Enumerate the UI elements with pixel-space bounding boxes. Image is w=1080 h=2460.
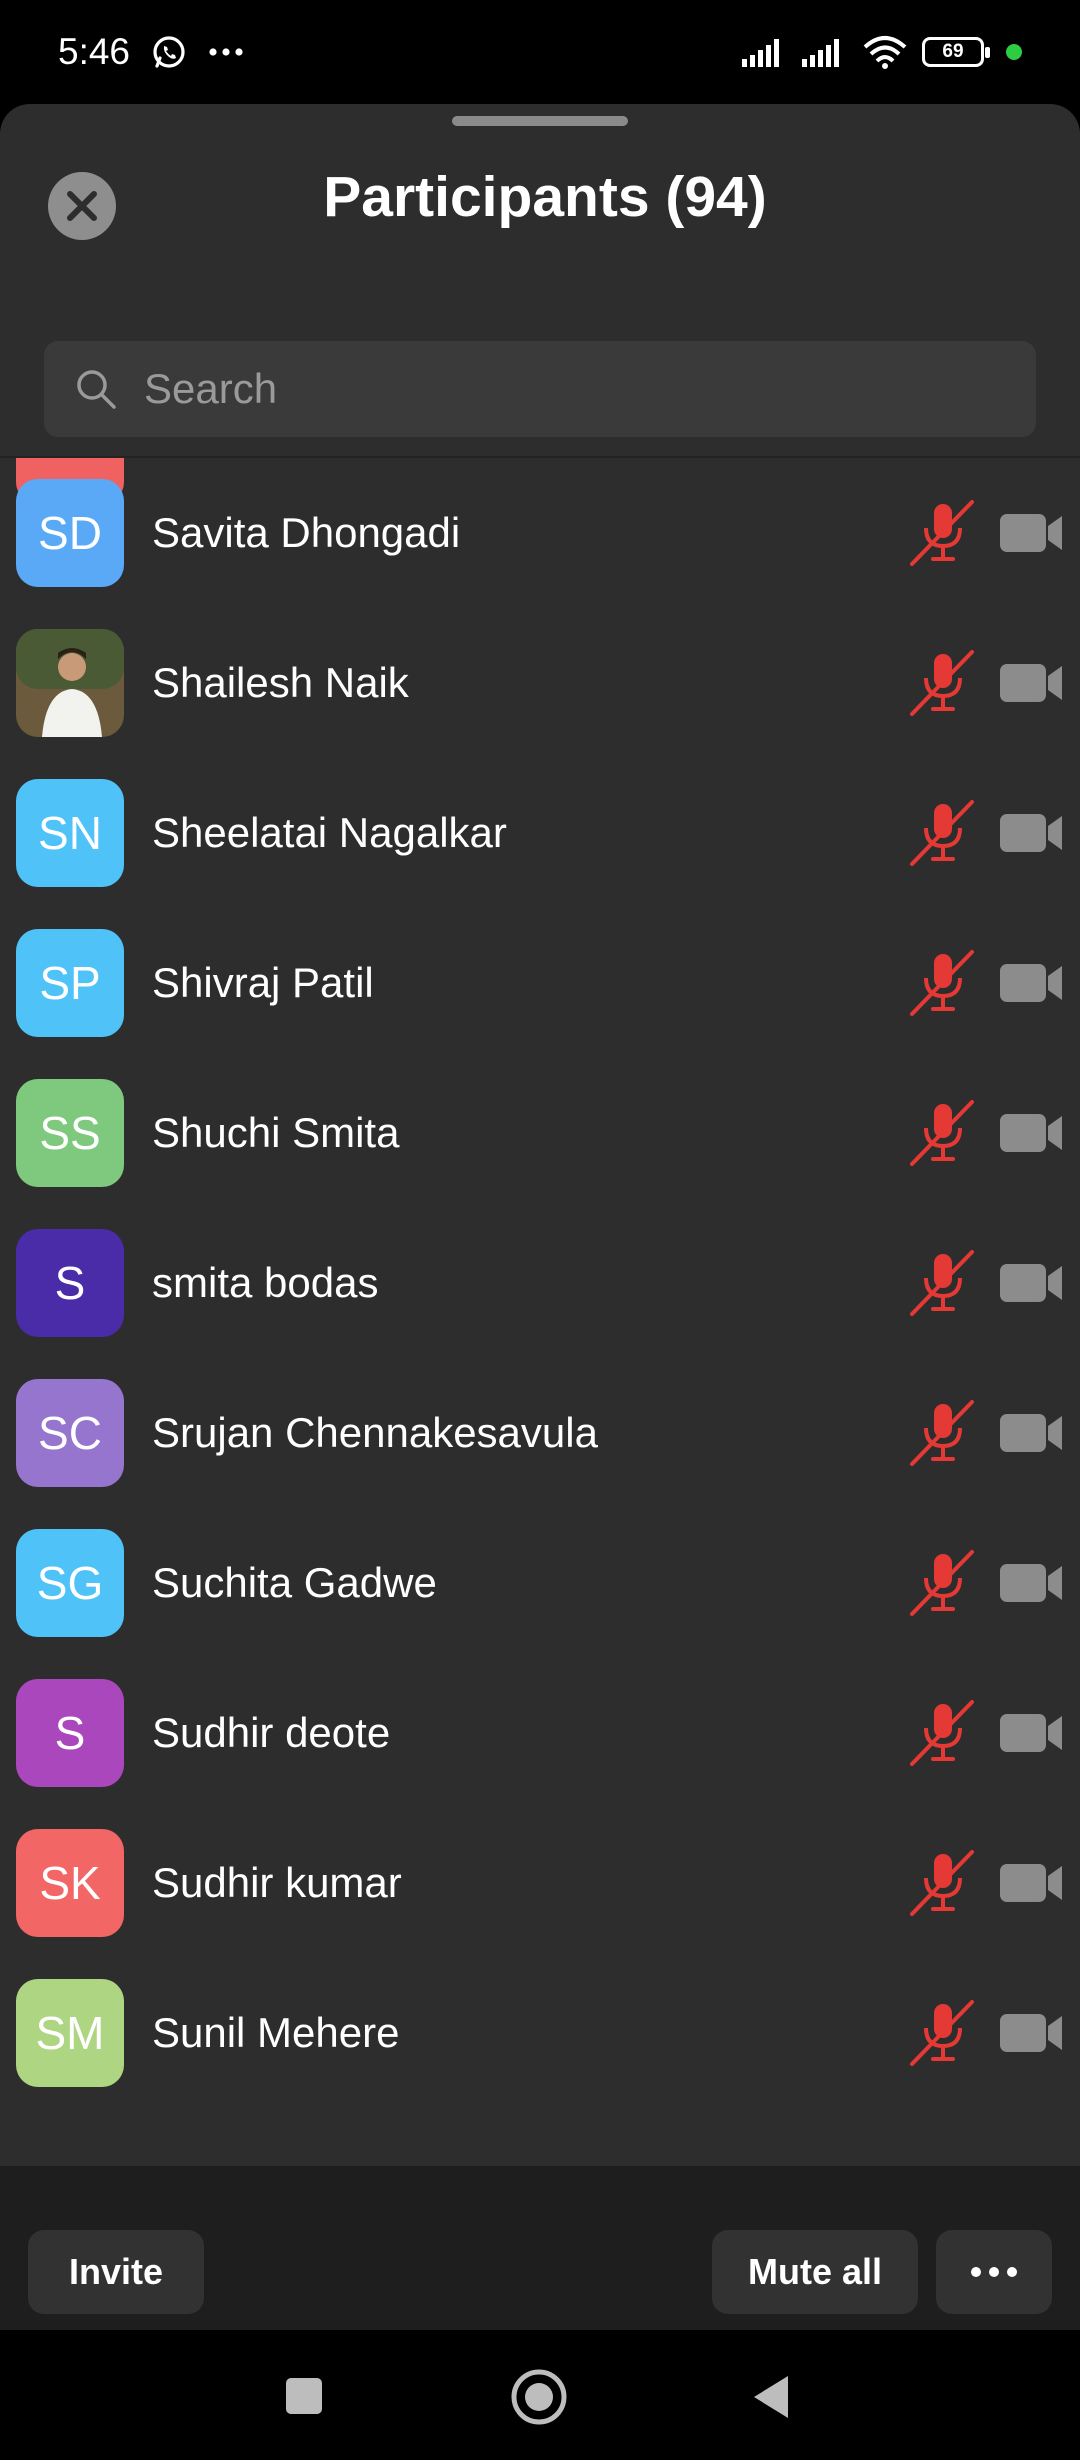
video-camera-icon[interactable] bbox=[998, 1558, 1064, 1608]
participant-name: Suchita Gadwe bbox=[152, 1559, 437, 1606]
recent-apps-button[interactable] bbox=[284, 2376, 324, 2416]
participant-row[interactable]: SG Suchita Gadwe bbox=[0, 1508, 1080, 1658]
video-camera-icon[interactable] bbox=[998, 1258, 1064, 1308]
avatar: SM bbox=[16, 1979, 124, 2087]
participant-name: Sheelatai Nagalkar bbox=[152, 809, 507, 856]
mic-muted-icon[interactable] bbox=[908, 948, 978, 1018]
participant-name: Shuchi Smita bbox=[152, 1109, 400, 1156]
avatar: SK bbox=[16, 1829, 124, 1937]
avatar-photo bbox=[16, 629, 124, 737]
battery-icon: 69 bbox=[922, 37, 990, 67]
avatar: S bbox=[16, 1229, 124, 1337]
participant-row[interactable]: SK Sudhir kumar bbox=[0, 1808, 1080, 1958]
participant-row[interactable]: Shailesh Naik bbox=[0, 608, 1080, 758]
mic-muted-icon[interactable] bbox=[908, 1998, 978, 2068]
profile-photo bbox=[16, 629, 124, 737]
avatar: SN bbox=[16, 779, 124, 887]
participant-row[interactable]: SM Sunil Mehere bbox=[0, 1958, 1080, 2108]
video-camera-icon[interactable] bbox=[998, 1108, 1064, 1158]
participant-name: Shailesh Naik bbox=[152, 659, 409, 706]
participant-row[interactable]: SP Shivraj Patil bbox=[0, 908, 1080, 1058]
bottom-action-bar: Invite Mute all bbox=[0, 2166, 1080, 2330]
avatar: SP bbox=[16, 929, 124, 1037]
video-camera-icon[interactable] bbox=[998, 958, 1064, 1008]
more-horizontal-icon bbox=[971, 2267, 1017, 2277]
participants-sheet: Participants (94) SD Savita Dhongadi Shail… bbox=[0, 104, 1080, 2330]
avatar: SS bbox=[16, 1079, 124, 1187]
video-camera-icon[interactable] bbox=[998, 1408, 1064, 1458]
system-nav-bar bbox=[0, 2330, 1080, 2460]
status-bar: 5:46 69 bbox=[0, 0, 1080, 104]
participant-name: Savita Dhongadi bbox=[152, 509, 461, 556]
participants-list[interactable]: SD Savita Dhongadi Shailesh Naik SN Sheelata… bbox=[0, 458, 1080, 2270]
video-camera-icon[interactable] bbox=[998, 1708, 1064, 1758]
participant-row[interactable]: SC Srujan Chennakesavula bbox=[0, 1358, 1080, 1508]
video-camera-icon[interactable] bbox=[998, 658, 1064, 708]
video-camera-icon[interactable] bbox=[998, 808, 1064, 858]
participant-row[interactable]: Ssmita bodas bbox=[0, 1208, 1080, 1358]
mic-muted-icon[interactable] bbox=[908, 1548, 978, 1618]
invite-button[interactable]: Invite bbox=[28, 2230, 204, 2314]
more-options-button[interactable] bbox=[936, 2230, 1052, 2314]
wifi-icon bbox=[863, 36, 907, 69]
whatsapp-icon bbox=[153, 36, 185, 68]
participant-row[interactable]: SS Shuchi Smita bbox=[0, 1058, 1080, 1208]
avatar: S bbox=[16, 1679, 124, 1787]
participant-name: Sudhir kumar bbox=[152, 1859, 402, 1906]
video-camera-icon[interactable] bbox=[998, 2008, 1064, 2058]
mute-all-button[interactable]: Mute all bbox=[712, 2230, 918, 2314]
screen: 5:46 69 Participants (94) Search SD Savi… bbox=[0, 0, 1080, 2460]
signal-icon-1 bbox=[742, 39, 779, 67]
video-camera-icon[interactable] bbox=[998, 508, 1064, 558]
participant-row[interactable]: SN Sheelatai Nagalkar bbox=[0, 758, 1080, 908]
mic-muted-icon[interactable] bbox=[908, 1698, 978, 1768]
participant-name: Shivraj Patil bbox=[152, 959, 374, 1006]
avatar: SG bbox=[16, 1529, 124, 1637]
search-input[interactable] bbox=[144, 365, 994, 413]
status-time: 5:46 bbox=[58, 31, 131, 72]
participant-name: Srujan Chennakesavula bbox=[152, 1409, 598, 1456]
mic-muted-icon[interactable] bbox=[908, 1848, 978, 1918]
participant-row[interactable]: SD Savita Dhongadi bbox=[0, 458, 1080, 608]
participant-name: Sunil Mehere bbox=[152, 2009, 400, 2056]
mic-muted-icon[interactable] bbox=[908, 1098, 978, 1168]
page-title: Participants (94) bbox=[323, 165, 767, 229]
search-icon bbox=[77, 370, 116, 409]
avatar: SD bbox=[16, 479, 124, 587]
video-camera-icon[interactable] bbox=[998, 1858, 1064, 1908]
search-bar[interactable] bbox=[44, 341, 1036, 437]
signal-icon-2 bbox=[802, 39, 839, 67]
mic-muted-icon[interactable] bbox=[908, 798, 978, 868]
battery-level: 69 bbox=[942, 41, 964, 62]
mic-muted-icon[interactable] bbox=[908, 1248, 978, 1318]
avatar: SC bbox=[16, 1379, 124, 1487]
mic-muted-icon[interactable] bbox=[908, 1398, 978, 1468]
privacy-indicator-dot bbox=[1006, 44, 1022, 60]
home-button[interactable] bbox=[510, 2368, 568, 2426]
more-notifications-icon bbox=[209, 48, 243, 56]
mic-muted-icon[interactable] bbox=[908, 498, 978, 568]
participant-name: smita bodas bbox=[152, 1259, 379, 1306]
drag-handle[interactable] bbox=[452, 116, 628, 126]
participant-row[interactable]: S Sudhir deote bbox=[0, 1658, 1080, 1808]
participant-name: Sudhir deote bbox=[152, 1709, 391, 1756]
mic-muted-icon[interactable] bbox=[908, 648, 978, 718]
back-button[interactable] bbox=[750, 2374, 792, 2420]
